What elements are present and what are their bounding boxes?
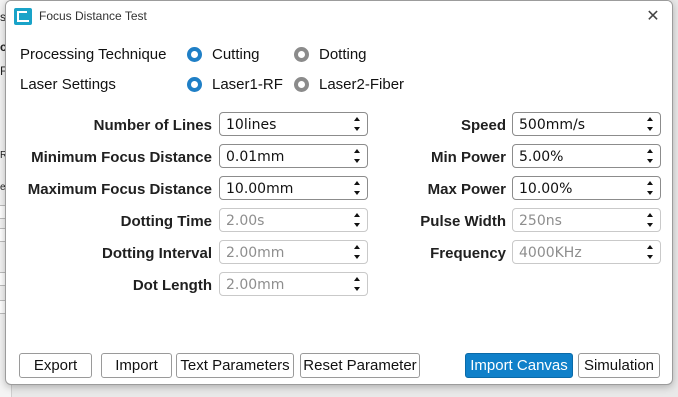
max-power-label: Max Power [427,181,506,198]
spinbox-value: 4000KHz [519,245,582,261]
spin-arrows-icon[interactable] [354,212,362,228]
spinbox-value: 10.00% [519,181,573,197]
processing-technique-label: Processing Technique [20,46,167,63]
focus-distance-test-dialog: Focus Distance Test ✕ Processing Techniq… [5,0,673,385]
spin-arrows-icon[interactable] [647,212,655,228]
spin-arrows-icon[interactable] [354,180,362,196]
number-of-lines-spinbox[interactable]: 10lines [219,112,368,136]
dotting-interval-spinbox[interactable]: 2.00mm [219,240,368,264]
speed-spinbox[interactable]: 500mm/s [512,112,661,136]
simulation-button[interactable]: Simulation [578,353,660,378]
minimum-focus-distance-label: Minimum Focus Distance [31,149,212,166]
spinbox-value: 500mm/s [519,117,586,133]
radio-selected-icon [187,47,202,62]
spin-arrows-icon[interactable] [647,148,655,164]
text-parameters-button[interactable]: Text Parameters [176,353,294,378]
dot-length-spinbox[interactable]: 2.00mm [219,272,368,296]
pulse-width-label: Pulse Width [420,213,506,230]
reset-parameter-button[interactable]: Reset Parameter [300,353,420,378]
minimum-focus-distance-spinbox[interactable]: 0.01mm [219,144,368,168]
dialog-title: Focus Distance Test [39,9,147,23]
dotting-interval-label: Dotting Interval [101,245,212,262]
spinbox-value: 2.00mm [226,245,285,261]
export-button[interactable]: Export [19,353,92,378]
frequency-spinbox[interactable]: 4000KHz [512,240,661,264]
frequency-label: Frequency [430,245,506,262]
radio-laser1-rf[interactable]: Laser1-RF [187,76,283,93]
spin-arrows-icon[interactable] [354,148,362,164]
max-power-spinbox[interactable]: 10.00% [512,176,661,200]
spinbox-value: 10lines [226,117,277,133]
spin-arrows-icon[interactable] [647,180,655,196]
maximum-focus-distance-label: Maximum Focus Distance [27,181,212,198]
spin-arrows-icon[interactable] [354,116,362,132]
spin-arrows-icon[interactable] [354,244,362,260]
radio-label: Laser1-RF [212,76,283,93]
radio-label: Laser2-Fiber [319,76,405,93]
dotting-time-label: Dotting Time [120,213,212,230]
spin-arrows-icon[interactable] [647,116,655,132]
spinbox-value: 2.00s [226,213,265,229]
spinbox-value: 5.00% [519,149,564,165]
spin-arrows-icon[interactable] [647,244,655,260]
import-canvas-button[interactable]: Import Canvas [465,353,573,378]
title-bar: Focus Distance Test ✕ [6,1,672,33]
spinbox-value: 250ns [519,213,562,229]
close-button[interactable]: ✕ [640,5,666,29]
speed-label: Speed [460,117,506,134]
dot-length-label: Dot Length [132,277,212,294]
radio-cutting[interactable]: Cutting [187,46,260,63]
app-logo-icon [14,8,32,25]
radio-dotting[interactable]: Dotting [294,46,367,63]
maximum-focus-distance-spinbox[interactable]: 10.00mm [219,176,368,200]
radio-unselected-icon [294,77,309,92]
spin-arrows-icon[interactable] [354,276,362,292]
radio-label: Cutting [212,46,260,63]
radio-selected-icon [187,77,202,92]
number-of-lines-label: Number of Lines [93,117,212,134]
spinbox-value: 2.00mm [226,277,285,293]
import-button[interactable]: Import [101,353,172,378]
radio-unselected-icon [294,47,309,62]
spinbox-value: 10.00mm [226,181,294,197]
spinbox-value: 0.01mm [226,149,285,165]
laser-settings-label: Laser Settings [20,76,116,93]
radio-laser2-fiber[interactable]: Laser2-Fiber [294,76,404,93]
min-power-spinbox[interactable]: 5.00% [512,144,661,168]
dotting-time-spinbox[interactable]: 2.00s [219,208,368,232]
min-power-label: Min Power [430,149,506,166]
radio-label: Dotting [319,46,367,63]
pulse-width-spinbox[interactable]: 250ns [512,208,661,232]
